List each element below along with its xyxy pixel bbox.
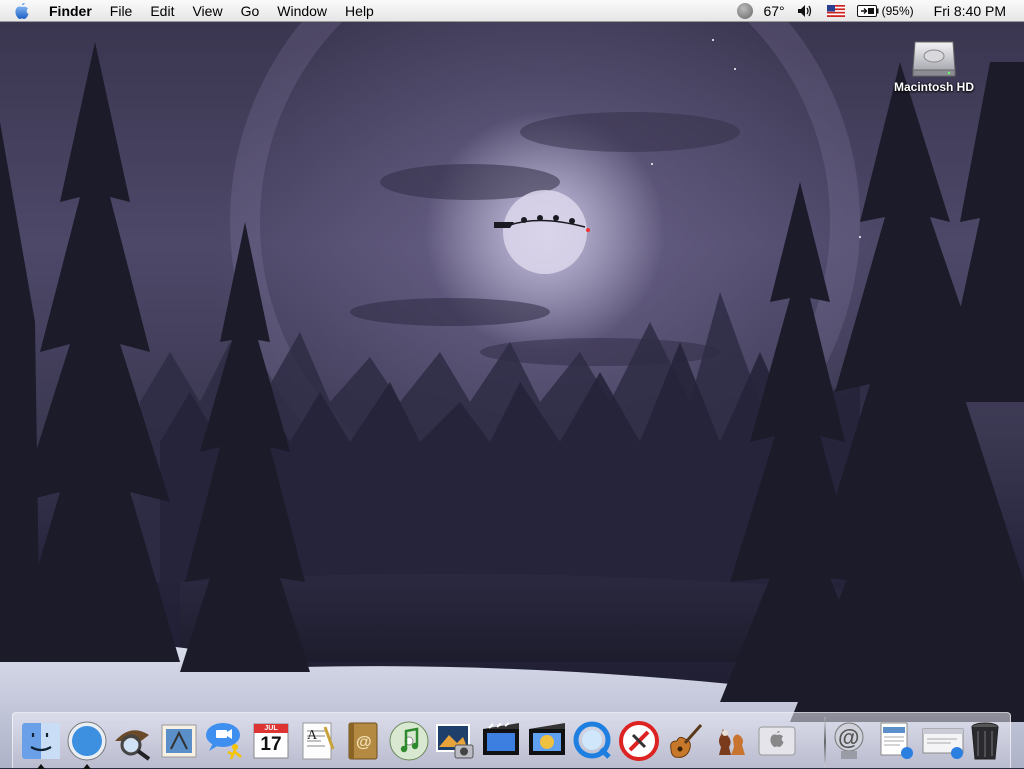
- dock-chess[interactable]: [709, 719, 753, 763]
- speaker-icon: [797, 4, 811, 17]
- battery-percent: (95%): [881, 3, 914, 18]
- menu-extras: 67° (95%) Fri 8:40 PM: [731, 0, 1024, 22]
- dock-iphoto[interactable]: [433, 719, 477, 763]
- imovie-icon: [483, 722, 519, 755]
- dock-itunes[interactable]: [387, 719, 431, 763]
- menu-window[interactable]: Window: [268, 0, 336, 22]
- ical-month: JUL: [264, 725, 278, 732]
- garageband-icon: [670, 724, 703, 758]
- menu-help[interactable]: Help: [336, 0, 383, 22]
- weather-menu[interactable]: 67°: [731, 0, 790, 22]
- desktop-wallpaper: [0, 22, 1024, 768]
- svg-text:A: A: [307, 728, 318, 743]
- quicktime-icon: [573, 721, 611, 759]
- dock-imovie[interactable]: [479, 719, 523, 763]
- dock: JUL 17 A @ @: [12, 712, 1011, 769]
- dock-ichat[interactable]: [203, 719, 247, 763]
- clock-text: Fri 8:40 PM: [933, 2, 1006, 19]
- dock-trash[interactable]: [963, 719, 1007, 763]
- dock-safari[interactable]: [65, 719, 109, 769]
- weather-orb-icon: [737, 2, 754, 19]
- mail-icon: [161, 724, 197, 758]
- moon: [503, 190, 587, 274]
- menu-bar: Finder File Edit View Go Window Help 67°: [0, 0, 1024, 22]
- volume-menu[interactable]: [791, 0, 821, 22]
- iphoto-icon: [436, 724, 474, 759]
- dock-document-stack[interactable]: [875, 719, 919, 763]
- svg-text:@: @: [356, 734, 372, 751]
- desktop-icon-macintosh-hd[interactable]: Macintosh HD: [886, 34, 982, 94]
- input-menu[interactable]: [821, 0, 851, 22]
- night-forest-scene: [0, 22, 1024, 768]
- apple-app-icon: [758, 726, 796, 756]
- menu-go[interactable]: Go: [232, 0, 269, 22]
- menu-view[interactable]: View: [183, 0, 231, 22]
- dock-no-entry-app[interactable]: [617, 719, 661, 763]
- itunes-icon: [389, 721, 429, 761]
- dock-quicktime[interactable]: [571, 719, 615, 763]
- window-preview-icon: [922, 728, 964, 759]
- chess-icon: [719, 729, 745, 755]
- no-entry-icon: [619, 721, 659, 761]
- dock-address-book[interactable]: @: [341, 719, 385, 763]
- battery-menu[interactable]: (95%): [851, 0, 920, 22]
- desktop-icon-label: Macintosh HD: [893, 80, 974, 94]
- sherlock-icon: [115, 730, 151, 761]
- dock-window-preview[interactable]: [921, 719, 965, 763]
- dock-divider: [824, 717, 826, 767]
- safari-icon: [67, 721, 107, 761]
- temperature-text: 67°: [763, 2, 785, 19]
- menu-file[interactable]: File: [101, 0, 142, 22]
- address-book-icon: @: [348, 722, 378, 760]
- ical-day: 17: [260, 734, 282, 755]
- clock-menu[interactable]: Fri 8:40 PM: [920, 0, 1024, 22]
- ichat-icon: [206, 723, 242, 760]
- dock-mail-link[interactable]: @: [829, 719, 873, 763]
- dock-textedit[interactable]: A: [295, 719, 339, 763]
- textedit-icon: A: [302, 722, 335, 760]
- svg-text:@: @: [838, 725, 859, 750]
- dock-finder[interactable]: [19, 719, 63, 769]
- dock-ical[interactable]: JUL 17: [249, 719, 293, 763]
- running-indicator: [83, 764, 91, 769]
- at-sign-icon: @: [834, 722, 864, 759]
- running-indicator: [37, 764, 45, 769]
- apple-menu-icon[interactable]: [0, 0, 40, 22]
- dock-idvd[interactable]: [525, 719, 569, 763]
- finder-icon: [22, 723, 60, 759]
- hard-drive-icon: [912, 41, 956, 77]
- dock-garageband[interactable]: [663, 719, 707, 763]
- idvd-icon: [529, 723, 565, 755]
- trash-icon: [971, 722, 999, 760]
- us-flag-icon: [826, 4, 845, 17]
- dock-sherlock[interactable]: [111, 719, 155, 763]
- battery-icon: [856, 4, 879, 17]
- menu-edit[interactable]: Edit: [141, 0, 183, 22]
- dock-mail[interactable]: [157, 719, 201, 763]
- dock-apple-app[interactable]: [755, 719, 799, 763]
- documents-icon: [880, 722, 913, 759]
- menu-app-name[interactable]: Finder: [40, 0, 101, 22]
